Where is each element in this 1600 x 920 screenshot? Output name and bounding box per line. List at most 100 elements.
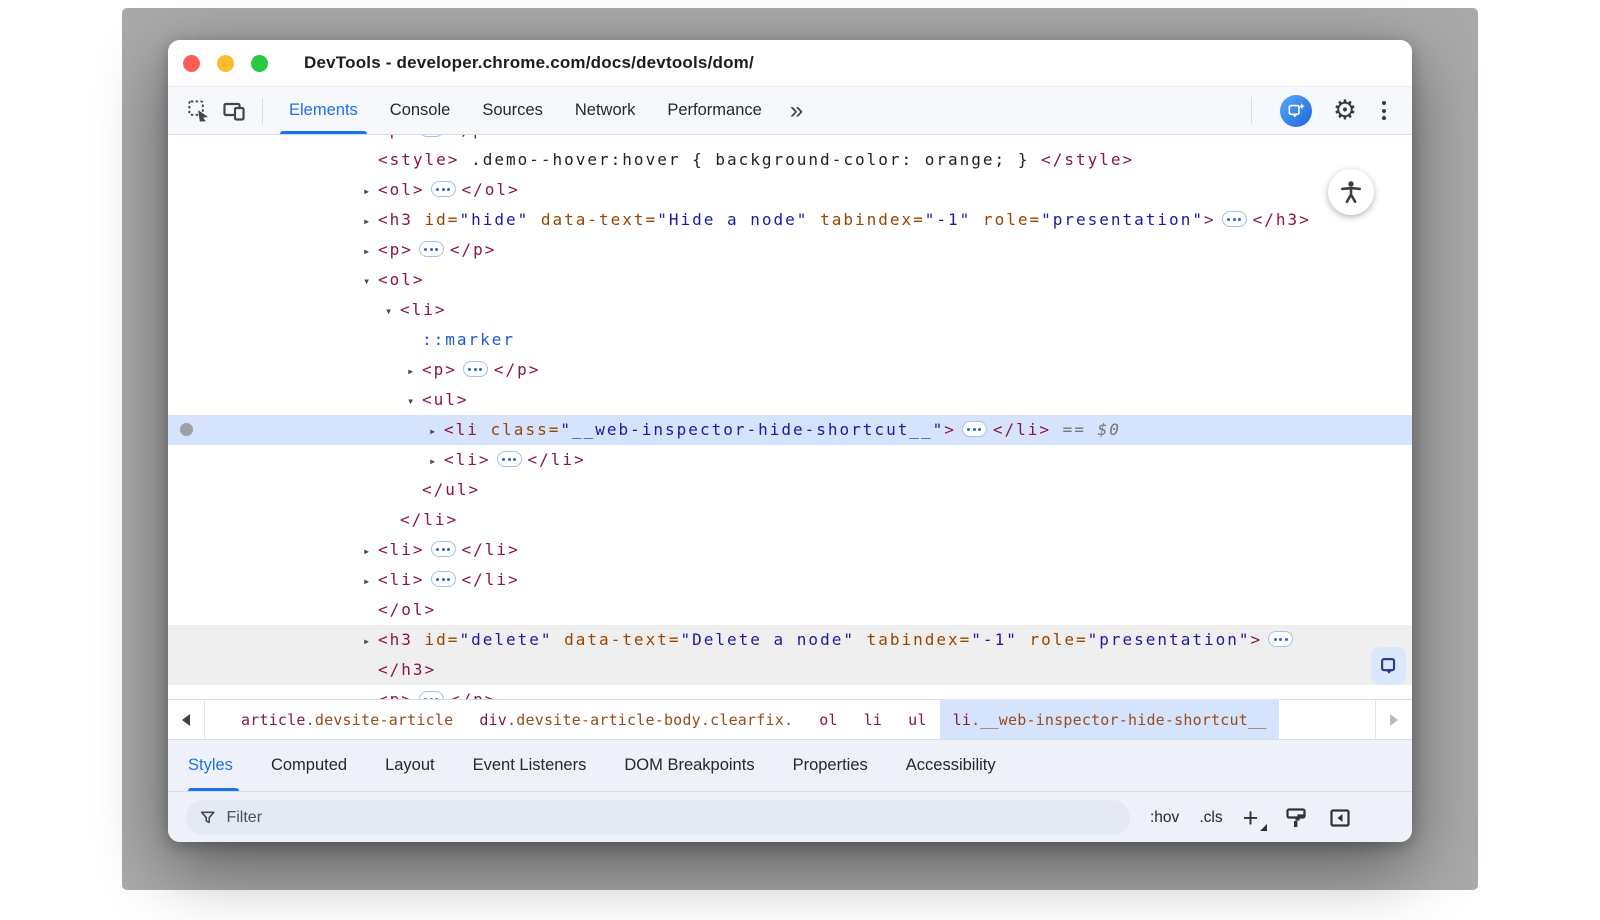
dom-tree-row[interactable]: ▾<ul> (168, 385, 1412, 415)
element-peek-button[interactable] (1371, 647, 1406, 685)
breadcrumb-scroll-right-button[interactable] (1375, 700, 1412, 739)
dom-tree-row[interactable]: ▾<ol> (168, 265, 1412, 295)
twisty-collapsed-icon[interactable]: ▸ (363, 176, 378, 206)
twisty-expanded-icon[interactable]: ▾ (385, 296, 400, 326)
twisty-collapsed-icon[interactable]: ▸ (363, 626, 378, 656)
device-toolbar-icon (222, 99, 246, 123)
new-style-rule-button[interactable]: + (1243, 808, 1265, 828)
dom-token-attr: tabindex= (855, 630, 971, 649)
tab-sources[interactable]: Sources (466, 87, 559, 134)
more-tabs-button[interactable]: » (778, 97, 815, 125)
sidebar-tab-computed[interactable]: Computed (252, 740, 366, 791)
twisty-collapsed-icon[interactable]: ▸ (363, 686, 378, 699)
crumb-tag-name: article (241, 711, 306, 729)
dom-tree-row[interactable]: ▸<li></li> (168, 445, 1412, 475)
inspect-element-button[interactable] (180, 93, 216, 129)
twisty-collapsed-icon[interactable]: ▸ (429, 446, 444, 476)
minimize-window-button[interactable] (217, 55, 234, 72)
twisty-collapsed-icon[interactable]: ▸ (363, 206, 378, 236)
dom-tree-row[interactable]: </li> (168, 505, 1412, 535)
ai-assistant-button[interactable] (1280, 95, 1312, 127)
dom-tree-row[interactable]: ▸<li class="__web-inspector-hide-shortcu… (168, 415, 1412, 445)
ellipsis-expander-icon[interactable] (431, 571, 456, 587)
toolbar-divider-right (1251, 98, 1252, 124)
dom-token-val: "Delete a node" (680, 630, 855, 649)
settings-button[interactable]: ⚙ (1330, 93, 1360, 129)
dom-tree-row[interactable]: </ul> (168, 475, 1412, 505)
dom-token-eq: == (1051, 420, 1098, 439)
sidebar-tab-properties[interactable]: Properties (774, 740, 887, 791)
sidebar-tab-layout[interactable]: Layout (366, 740, 454, 791)
sidebar-tab-styles[interactable]: Styles (188, 740, 252, 791)
dom-tree-row[interactable]: <style> .demo--hover:hover { background-… (168, 145, 1412, 175)
dom-tree-row[interactable]: ▸<li></li> (168, 565, 1412, 595)
devtools-toolbar: ElementsConsoleSourcesNetworkPerformance… (168, 87, 1412, 135)
dom-token-val: "__web-inspector-hide-shortcut__" (560, 420, 944, 439)
dom-tree-row[interactable]: ::marker (168, 325, 1412, 355)
element-peek-icon (1378, 655, 1400, 677)
sidebar-tab-event-listeners[interactable]: Event Listeners (454, 740, 606, 791)
ellipsis-expander-icon[interactable] (497, 451, 522, 467)
dom-token-tag: </p> (450, 690, 497, 699)
sidebar-tab-accessibility[interactable]: Accessibility (887, 740, 1015, 791)
dom-tree-row[interactable]: ▸<p></p> (168, 235, 1412, 265)
sidebar-pane-tabs: StylesComputedLayoutEvent ListenersDOM B… (168, 739, 1412, 791)
dom-tree-row[interactable]: ▸<h3 id="hide" data-text="Hide a node" t… (168, 205, 1412, 235)
breadcrumb-scroll-left-button[interactable] (168, 700, 205, 739)
twisty-collapsed-icon[interactable]: ▸ (407, 356, 422, 386)
breadcrumb-item[interactable]: div.devsite-article-body.clearfix. (466, 700, 806, 739)
breadcrumb-item[interactable]: ol (806, 700, 850, 739)
dom-tree-row[interactable]: ▸<p></p> (168, 135, 1412, 145)
device-toolbar-button[interactable] (216, 93, 252, 129)
crumb-tag-name: li (953, 711, 971, 729)
dom-token-val: "hide" (459, 210, 529, 229)
filter-field[interactable] (186, 800, 1130, 835)
breadcrumb: article.devsite-articlediv.devsite-artic… (168, 699, 1412, 739)
ellipsis-expander-icon[interactable] (962, 421, 987, 437)
element-classes-button[interactable]: .cls (1199, 809, 1222, 827)
twisty-collapsed-icon[interactable]: ▸ (429, 416, 444, 446)
ellipsis-expander-icon[interactable] (419, 241, 444, 257)
ellipsis-expander-icon[interactable] (1222, 211, 1247, 227)
toggle-element-state-button[interactable]: :hov (1150, 809, 1179, 827)
twisty-expanded-icon[interactable]: ▾ (407, 386, 422, 416)
tab-elements[interactable]: Elements (273, 87, 374, 134)
dom-tree-row[interactable]: ▸<li></li> (168, 535, 1412, 565)
dom-tree-row[interactable]: ▸<ol></ol> (168, 175, 1412, 205)
ellipsis-expander-icon[interactable] (419, 691, 444, 699)
customize-devtools-button[interactable] (1378, 97, 1390, 124)
rendering-emulation-button[interactable] (1284, 806, 1308, 830)
breadcrumb-item[interactable]: li (851, 700, 895, 739)
dom-tree-row[interactable]: ▸<p></p> (168, 685, 1412, 699)
crumb-tag-name: div (479, 711, 507, 729)
twisty-collapsed-icon[interactable]: ▸ (363, 536, 378, 566)
sidebar-tab-dom-breakpoints[interactable]: DOM Breakpoints (605, 740, 773, 791)
toggle-sidebar-icon (1328, 806, 1352, 830)
dom-tree-row[interactable]: ▸<h3 id="delete" data-text="Delete a nod… (168, 625, 1412, 655)
ellipsis-expander-icon[interactable] (463, 361, 488, 377)
dom-tree-row[interactable]: ▾<li> (168, 295, 1412, 325)
toggle-sidebar-button[interactable] (1328, 806, 1352, 830)
dom-tree-row[interactable]: </ol> (168, 595, 1412, 625)
dom-token-pseudo: ::marker (422, 330, 515, 349)
close-window-button[interactable] (183, 55, 200, 72)
tab-network[interactable]: Network (559, 87, 652, 134)
breadcrumb-item[interactable]: li.__web-inspector-hide-shortcut__ (940, 700, 1280, 739)
dom-tree-row[interactable]: ▸<p></p> (168, 355, 1412, 385)
maximize-window-button[interactable] (251, 55, 268, 72)
ellipsis-expander-icon[interactable] (419, 135, 444, 137)
tab-console[interactable]: Console (374, 87, 467, 134)
ellipsis-expander-icon[interactable] (431, 181, 456, 197)
ellipsis-expander-icon[interactable] (431, 541, 456, 557)
accessibility-overlay-button[interactable] (1328, 169, 1374, 215)
filter-input[interactable] (226, 809, 1117, 827)
kebab-icon (1382, 101, 1386, 105)
breadcrumb-item[interactable]: article.devsite-article (228, 700, 466, 739)
dom-tree-row[interactable]: </h3> (168, 655, 1412, 685)
tab-performance[interactable]: Performance (651, 87, 777, 134)
twisty-expanded-icon[interactable]: ▾ (363, 266, 378, 296)
twisty-collapsed-icon[interactable]: ▸ (363, 236, 378, 266)
ellipsis-expander-icon[interactable] (1268, 631, 1293, 647)
breadcrumb-item[interactable]: ul (895, 700, 939, 739)
twisty-collapsed-icon[interactable]: ▸ (363, 566, 378, 596)
